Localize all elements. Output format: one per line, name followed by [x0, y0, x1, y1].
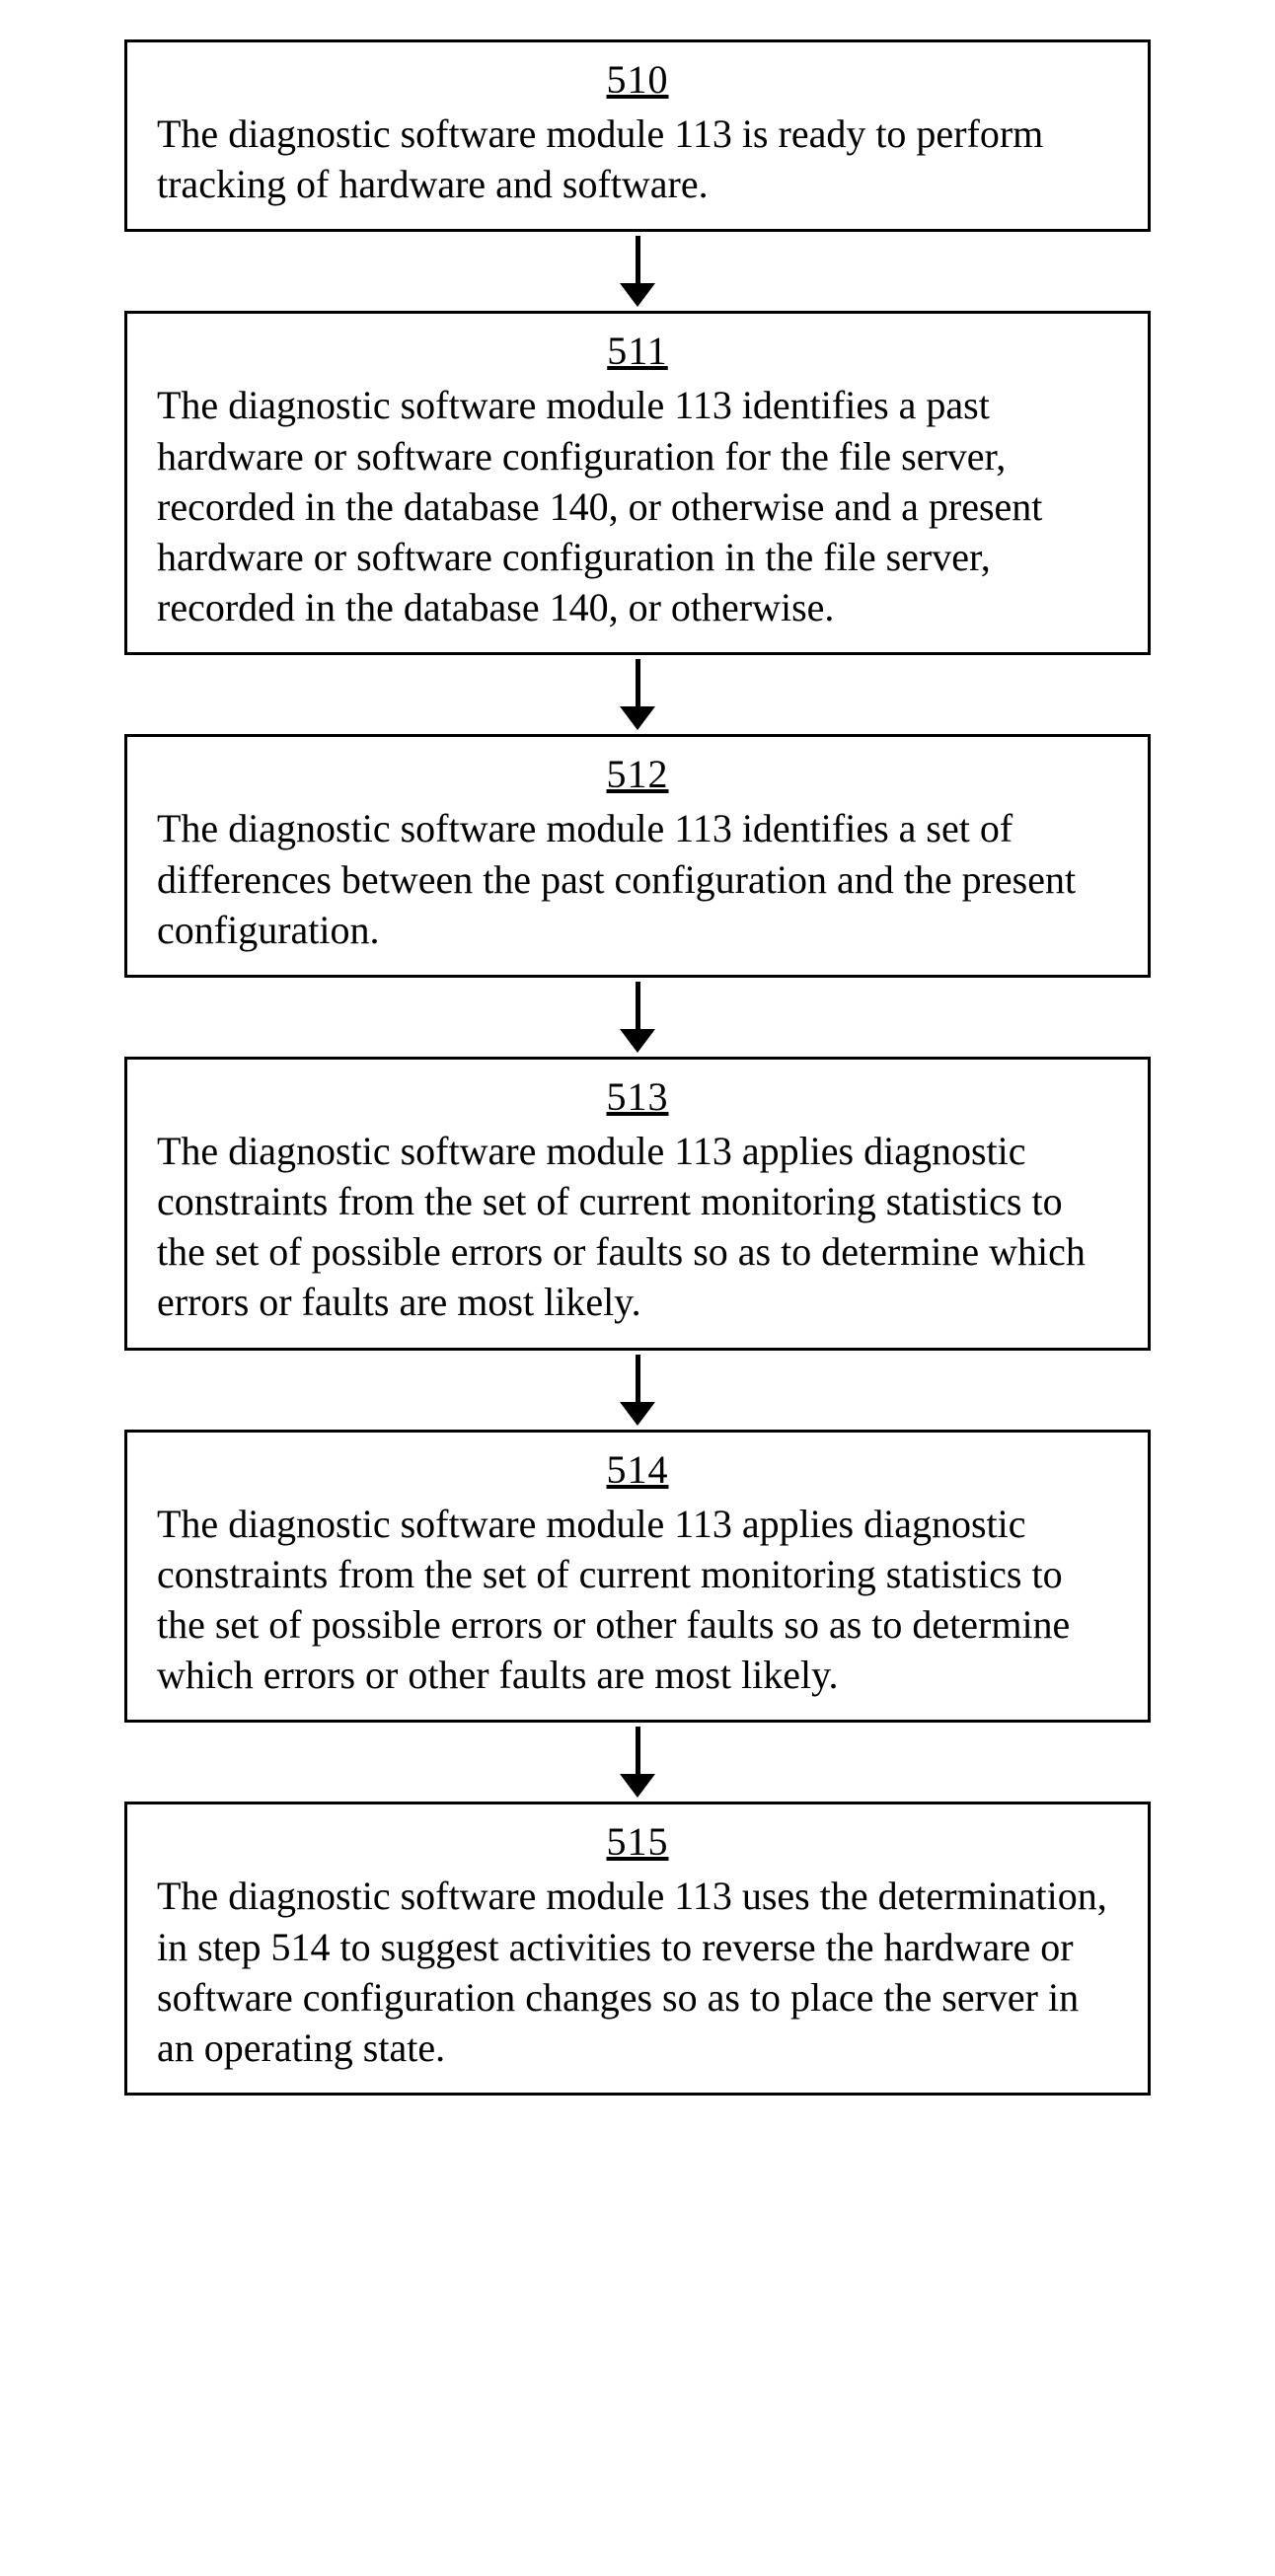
arrow-down-icon	[620, 236, 655, 307]
step-text: The diagnostic software module 113 ident…	[157, 380, 1118, 632]
step-box-511: 511 The diagnostic software module 113 i…	[124, 311, 1151, 655]
step-number: 510	[157, 56, 1118, 103]
step-number: 515	[157, 1818, 1118, 1865]
step-box-513: 513 The diagnostic software module 113 a…	[124, 1057, 1151, 1351]
step-box-514: 514 The diagnostic software module 113 a…	[124, 1430, 1151, 1724]
step-text: The diagnostic software module 113 appli…	[157, 1126, 1118, 1328]
step-number: 513	[157, 1073, 1118, 1120]
flowchart: 510 The diagnostic software module 113 i…	[95, 39, 1180, 2096]
step-number: 512	[157, 751, 1118, 797]
step-box-515: 515 The diagnostic software module 113 u…	[124, 1802, 1151, 2096]
arrow-down-icon	[620, 1727, 655, 1798]
arrow-down-icon	[620, 1355, 655, 1426]
step-text: The diagnostic software module 113 is re…	[157, 109, 1118, 209]
step-text: The diagnostic software module 113 appli…	[157, 1499, 1118, 1701]
step-text: The diagnostic software module 113 ident…	[157, 803, 1118, 955]
step-box-512: 512 The diagnostic software module 113 i…	[124, 734, 1151, 978]
step-box-510: 510 The diagnostic software module 113 i…	[124, 39, 1151, 232]
arrow-down-icon	[620, 659, 655, 730]
step-number: 511	[157, 328, 1118, 374]
step-number: 514	[157, 1446, 1118, 1493]
step-text: The diagnostic software module 113 uses …	[157, 1871, 1118, 2073]
arrow-down-icon	[620, 982, 655, 1053]
